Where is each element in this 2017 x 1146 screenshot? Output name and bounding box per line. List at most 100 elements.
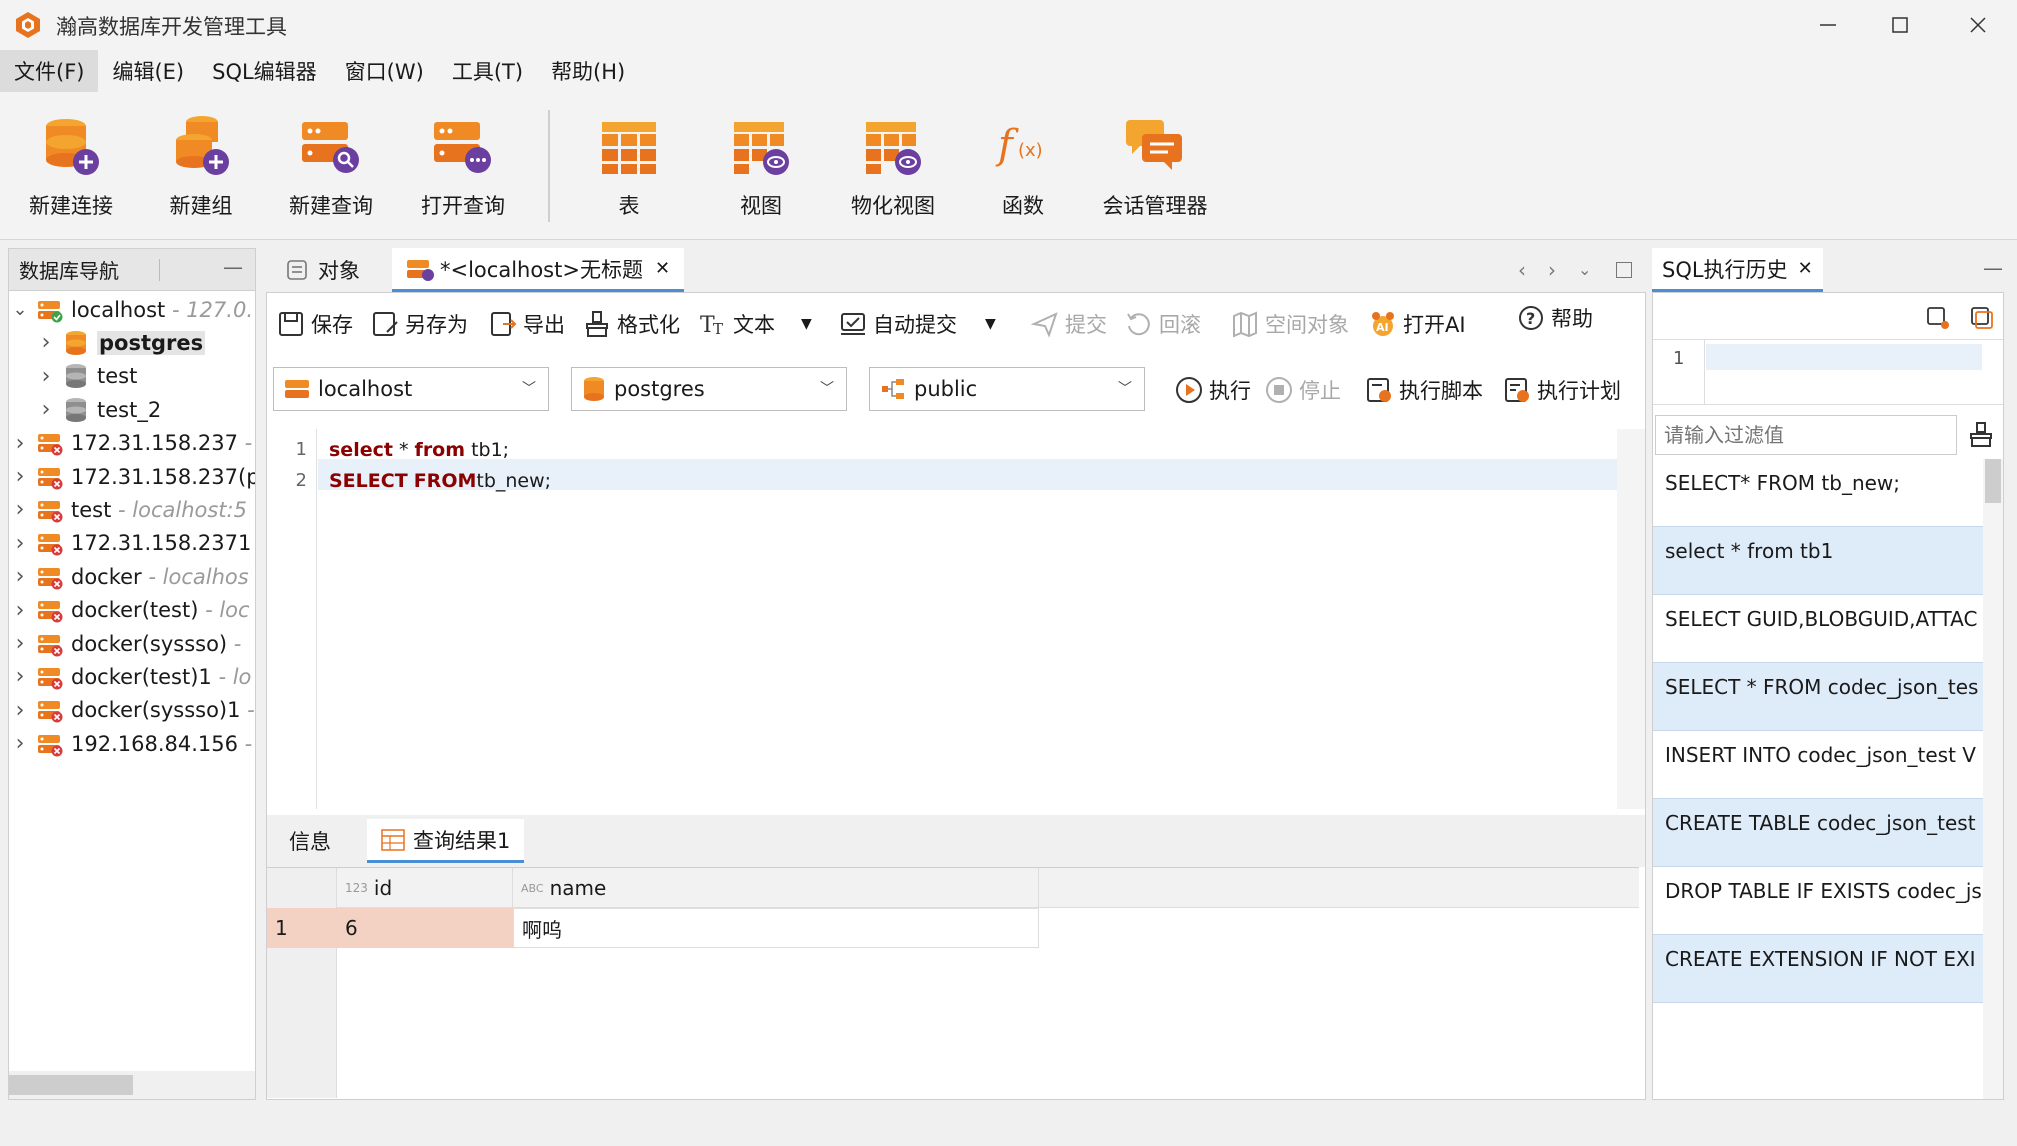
close-tab-icon[interactable]: ✕	[655, 258, 670, 279]
scrollbar-thumb[interactable]	[9, 1075, 133, 1095]
navigator-horizontal-scrollbar[interactable]	[9, 1071, 255, 1099]
history-filter-input[interactable]	[1655, 415, 1957, 455]
scrollbar-thumb[interactable]	[1985, 459, 2001, 503]
sql-code-editor[interactable]: 1 select * from tb1; 2 SELECT FROMtb_new…	[267, 429, 1645, 809]
tree-item[interactable]: › test_2	[35, 393, 162, 426]
new-connection-button[interactable]: 新建连接	[6, 112, 136, 232]
new-query-button[interactable]: 新建查询	[266, 112, 396, 232]
close-window-button[interactable]	[1940, 0, 2016, 50]
tree-item[interactable]: › 192.168.84.156 -	[9, 727, 252, 760]
cell-id[interactable]: 6	[337, 908, 513, 948]
open-ai-button[interactable]: AI 打开AI	[1369, 309, 1466, 339]
menu-window[interactable]: 窗口(W)	[331, 50, 438, 92]
cell-name[interactable]: 啊呜	[513, 908, 1039, 948]
materialized-view-button[interactable]: 物化视图	[828, 112, 958, 232]
copy-icon[interactable]	[1925, 305, 1951, 331]
minimize-button[interactable]	[1790, 0, 1866, 50]
execution-plan-button[interactable]: 执行计划	[1503, 375, 1621, 405]
history-scrollbar[interactable]	[1983, 459, 2003, 1099]
view-button[interactable]: 视图	[696, 112, 826, 232]
maximize-button[interactable]	[1862, 0, 1938, 50]
chevron-right-icon[interactable]: ›	[9, 664, 31, 689]
auto-commit-button[interactable]: 自动提交 ▼	[839, 309, 996, 339]
tab-info[interactable]: 信息	[275, 819, 345, 863]
chevron-down-icon[interactable]: ⌄	[9, 299, 31, 320]
column-header-id[interactable]: 123 id	[337, 868, 513, 908]
text-dropdown-icon[interactable]: ▼	[801, 316, 812, 332]
chevron-right-icon[interactable]: ›	[9, 731, 31, 756]
auto-commit-dropdown-icon[interactable]: ▼	[985, 316, 996, 332]
tree-item[interactable]: ⌄ localhost - 127.0.	[9, 293, 253, 326]
editor-vertical-scrollbar[interactable]	[1617, 429, 1645, 809]
clear-filter-brush-icon[interactable]	[1967, 421, 1995, 449]
menu-edit[interactable]: 编辑(E)	[98, 50, 198, 92]
history-item[interactable]: SELECT GUID,BLOBGUID,ATTAC	[1653, 595, 1983, 663]
chevron-right-icon[interactable]: ›	[9, 431, 31, 456]
menu-help[interactable]: 帮助(H)	[537, 50, 639, 92]
function-button[interactable]: f (x) 函数	[958, 112, 1088, 232]
tab-objects[interactable]: 对象	[272, 248, 374, 292]
menu-tools[interactable]: 工具(T)	[438, 50, 537, 92]
execute-button[interactable]: 执行	[1175, 375, 1251, 405]
history-item[interactable]: DROP TABLE IF EXISTS codec_js	[1653, 867, 1983, 935]
paste-icon[interactable]	[1969, 305, 1995, 331]
commit-button[interactable]: 提交	[1031, 309, 1107, 339]
chevron-right-icon[interactable]: ›	[35, 364, 57, 389]
chevron-right-icon[interactable]: ›	[9, 531, 31, 556]
row-number[interactable]: 1	[267, 908, 337, 948]
spatial-object-button[interactable]: 空间对象	[1231, 309, 1349, 339]
session-manager-button[interactable]: 会话管理器	[1090, 112, 1220, 232]
chevron-right-icon[interactable]: ›	[35, 397, 57, 422]
help-button[interactable]: ? 帮助	[1517, 303, 1593, 333]
save-as-button[interactable]: 另存为	[371, 309, 468, 339]
open-query-button[interactable]: 打开查询	[398, 112, 528, 232]
minimize-panel-icon[interactable]: —	[223, 255, 243, 279]
chevron-right-icon[interactable]: ›	[9, 598, 31, 623]
history-item[interactable]: INSERT INTO codec_json_test V	[1653, 731, 1983, 799]
history-item[interactable]: CREATE TABLE codec_json_test	[1653, 799, 1983, 867]
new-group-button[interactable]: 新建组	[136, 112, 266, 232]
menu-file[interactable]: 文件(F)	[0, 50, 99, 92]
tree-item[interactable]: › docker(syssso)1 -	[9, 694, 255, 727]
database-select[interactable]: postgres ﹀	[571, 367, 847, 411]
chevron-right-icon[interactable]: ›	[9, 564, 31, 589]
tree-item[interactable]: › postgres	[35, 326, 206, 359]
tab-sql-editor[interactable]: *<localhost>无标题 ✕	[392, 248, 685, 292]
tree-item[interactable]: › 172.31.158.2371 -	[9, 527, 255, 560]
rollback-button[interactable]: 回滚	[1125, 309, 1201, 339]
chevron-right-icon[interactable]: ›	[35, 330, 57, 355]
maximize-editor-icon[interactable]	[1616, 262, 1632, 278]
chevron-right-icon[interactable]: ›	[9, 631, 31, 656]
history-item[interactable]: CREATE EXTENSION IF NOT EXI	[1653, 935, 1983, 1003]
minimize-panel-icon[interactable]: —	[1983, 256, 2003, 280]
code-line-1[interactable]: select * from tb1;	[329, 439, 509, 461]
tab-query-result[interactable]: 查询结果1	[367, 819, 525, 863]
stop-button[interactable]: 停止	[1265, 375, 1341, 405]
tree-item[interactable]: › docker(test)1 - lo	[9, 660, 251, 693]
column-header-name[interactable]: ABC name	[513, 868, 1039, 908]
text-button[interactable]: TT 文本 ▼	[699, 309, 812, 339]
export-button[interactable]: 导出	[489, 309, 565, 339]
close-tab-icon[interactable]: ✕	[1798, 258, 1813, 279]
execute-script-button[interactable]: 执行脚本	[1365, 375, 1483, 405]
tree-item[interactable]: › test - localhost:5	[9, 493, 247, 526]
tree-item[interactable]: › docker(test) - loc	[9, 594, 250, 627]
tree-item[interactable]: › docker(syssso) -	[9, 627, 248, 660]
format-button[interactable]: 格式化	[583, 309, 680, 339]
code-line-2[interactable]: SELECT FROMtb_new;	[329, 470, 551, 492]
table-button[interactable]: 表	[564, 112, 694, 232]
history-item[interactable]: SELECT * FROM codec_json_tes	[1653, 663, 1983, 731]
schema-select[interactable]: public ﹀	[869, 367, 1145, 411]
tree-item[interactable]: › 172.31.158.237(p	[9, 460, 255, 493]
tab-scroll-left-icon[interactable]: ‹	[1518, 258, 1526, 282]
connection-select[interactable]: localhost ﹀	[273, 367, 549, 411]
tree-item[interactable]: › 172.31.158.237 -	[9, 427, 252, 460]
tree-item[interactable]: › docker - localhos	[9, 560, 249, 593]
tab-list-icon[interactable]: ⌄	[1578, 260, 1591, 279]
history-item[interactable]: SELECT* FROM tb_new;	[1653, 459, 1983, 527]
history-item[interactable]: select * from tb1	[1653, 527, 1983, 595]
chevron-right-icon[interactable]: ›	[9, 497, 31, 522]
save-button[interactable]: 保存	[277, 309, 353, 339]
tree-item[interactable]: › test	[35, 360, 138, 393]
chevron-right-icon[interactable]: ›	[9, 464, 31, 489]
